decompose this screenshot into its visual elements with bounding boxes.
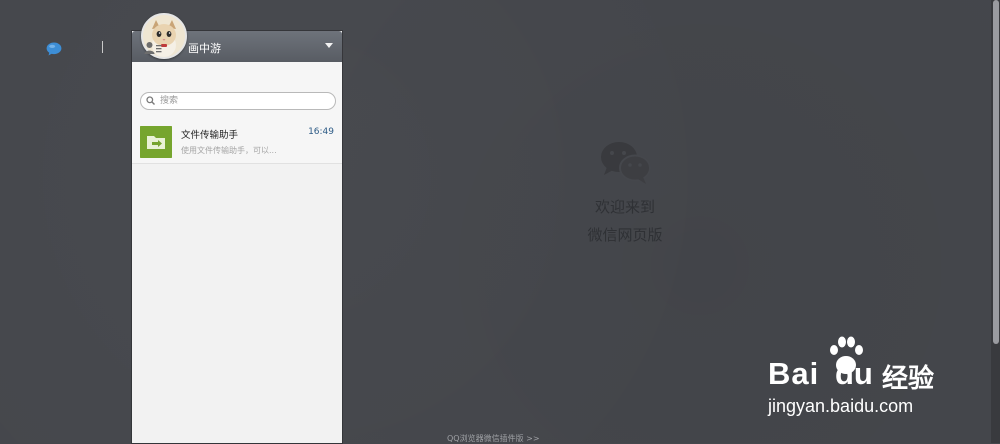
contacts-icon	[144, 42, 162, 54]
search-box[interactable]	[140, 92, 336, 110]
watermark-url: jingyan.baidu.com	[768, 396, 914, 416]
chat-list: 文件传输助手 使用文件传输助手，可以... 16:49	[132, 119, 342, 164]
watermark-du: du	[835, 356, 873, 391]
panel-header: 画中游	[132, 13, 342, 62]
welcome-line-1: 欢迎来到	[594, 198, 655, 216]
tab-chat[interactable]	[46, 42, 62, 56]
baidu-jingyan-watermark: Bai du 经验 jingyan.baidu.com	[768, 334, 958, 424]
user-name: 画中游	[188, 42, 221, 55]
watermark-jingyan: 经验	[882, 364, 935, 394]
tab-contacts[interactable]	[144, 41, 162, 55]
watermark-bai: Bai	[768, 356, 820, 391]
chat-item-file-transfer[interactable]: 文件传输助手 使用文件传输助手，可以... 16:49	[132, 119, 342, 164]
chat-title: 文件传输助手	[181, 130, 239, 141]
tab-divider	[102, 41, 103, 53]
file-transfer-icon	[140, 126, 172, 158]
search-icon	[146, 96, 155, 105]
chevron-down-icon[interactable]	[325, 43, 333, 48]
chat-time: 16:49	[308, 127, 334, 137]
wechat-logo-icon	[601, 142, 651, 184]
chat-bubble-icon	[46, 42, 62, 56]
search-input[interactable]	[160, 93, 330, 109]
footer-plugin-link[interactable]: QQ浏览器微信插件版 >>	[447, 433, 540, 444]
chat-preview: 使用文件传输助手，可以...	[181, 146, 277, 155]
welcome-line-2: 微信网页版	[587, 226, 663, 244]
scrollbar-thumb[interactable]	[993, 0, 999, 344]
